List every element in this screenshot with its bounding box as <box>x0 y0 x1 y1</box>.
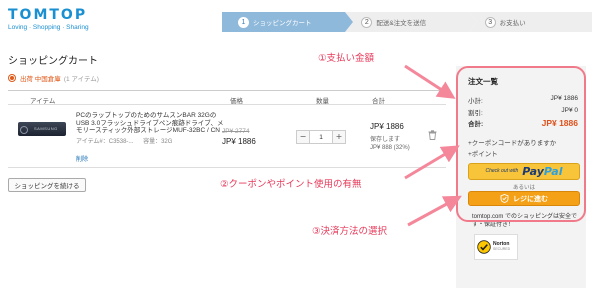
arrow-to-coupon <box>404 145 460 180</box>
savings-label: 保存します <box>370 137 401 143</box>
decrease-button[interactable]: − <box>296 130 310 144</box>
product-title-link[interactable]: PCのラップトップのためのサムスンBAR 32GのUSB 3.0フラッシュドライ… <box>76 112 228 135</box>
savings: 保存します JP¥ 888 (32%) <box>370 136 410 152</box>
page-title: ショッピングカート <box>8 56 98 67</box>
original-price: JP¥ 2774 <box>222 128 250 135</box>
line-total: JP¥ 1886 <box>370 122 404 131</box>
step-number: 2 <box>361 16 373 28</box>
product-image[interactable]: SAMSUNG <box>18 122 66 136</box>
step-cart: 1 ショッピングカート <box>222 12 354 32</box>
product-brand: SAMSUNG <box>34 126 58 131</box>
annotation-payment-method: ③決済方法の選択 <box>312 226 388 237</box>
step-label: ショッピングカート <box>253 20 312 27</box>
logo-text: TOMTOP <box>8 7 88 23</box>
norton-badge[interactable]: Norton SECURED <box>474 234 518 260</box>
delete-link[interactable]: 削除 <box>76 154 88 163</box>
warehouse-label: 出荷 中国倉庫 <box>20 76 61 83</box>
table-header: アイテム 価格 数量 合計 <box>8 90 446 105</box>
item-count: (1 アイテム) <box>63 76 99 83</box>
item-number: アイテム#：C3538-... <box>76 139 134 145</box>
norton-check-icon <box>477 240 491 254</box>
step-number: 1 <box>238 16 249 28</box>
quantity-stepper: − + <box>296 130 346 144</box>
warehouse-selector[interactable]: 出荷 中国倉庫 (1 アイテム) <box>8 73 99 83</box>
unit-price: JP¥ 1886 <box>222 137 256 146</box>
savings-value: JP¥ 888 (32%) <box>370 145 410 151</box>
quantity-input[interactable] <box>310 130 332 144</box>
summary-highlight-frame <box>456 66 586 222</box>
row-divider <box>8 167 446 168</box>
logo[interactable]: TOMTOP Loving · Shopping · Sharing <box>8 8 89 31</box>
step-shipping: 2 配送&注文を送信 <box>345 12 478 32</box>
step-payment: 3 お支払い <box>468 12 592 32</box>
col-total: 合計 <box>372 98 385 105</box>
arrow-to-payment <box>407 195 462 227</box>
col-price: 価格 <box>230 98 243 105</box>
checkout-steps: 1 ショッピングカート 2 配送&注文を送信 3 お支払い <box>222 12 592 32</box>
annotation-payment-amount: ①支払い金額 <box>318 53 375 64</box>
product-meta: アイテム#：C3538-... 容量：32G <box>76 136 172 145</box>
continue-shopping-button[interactable]: ショッピングを続ける <box>8 178 86 192</box>
annotation-coupon-points: ②クーポンやポイント使用の有無 <box>220 179 362 190</box>
col-qty: 数量 <box>316 98 329 105</box>
increase-button[interactable]: + <box>332 130 346 144</box>
trash-icon[interactable] <box>428 130 437 140</box>
col-item: アイテム <box>30 98 56 105</box>
step-label: お支払い <box>499 20 526 27</box>
capacity: 容量：32G <box>143 139 173 145</box>
step-label: 配送&注文を送信 <box>376 20 427 27</box>
norton-sub: SECURED <box>493 247 511 251</box>
logo-tagline: Loving · Shopping · Sharing <box>8 24 89 31</box>
radio-selected-icon[interactable] <box>8 74 16 82</box>
step-number: 3 <box>484 16 496 28</box>
norton-label: Norton SECURED <box>493 242 510 252</box>
